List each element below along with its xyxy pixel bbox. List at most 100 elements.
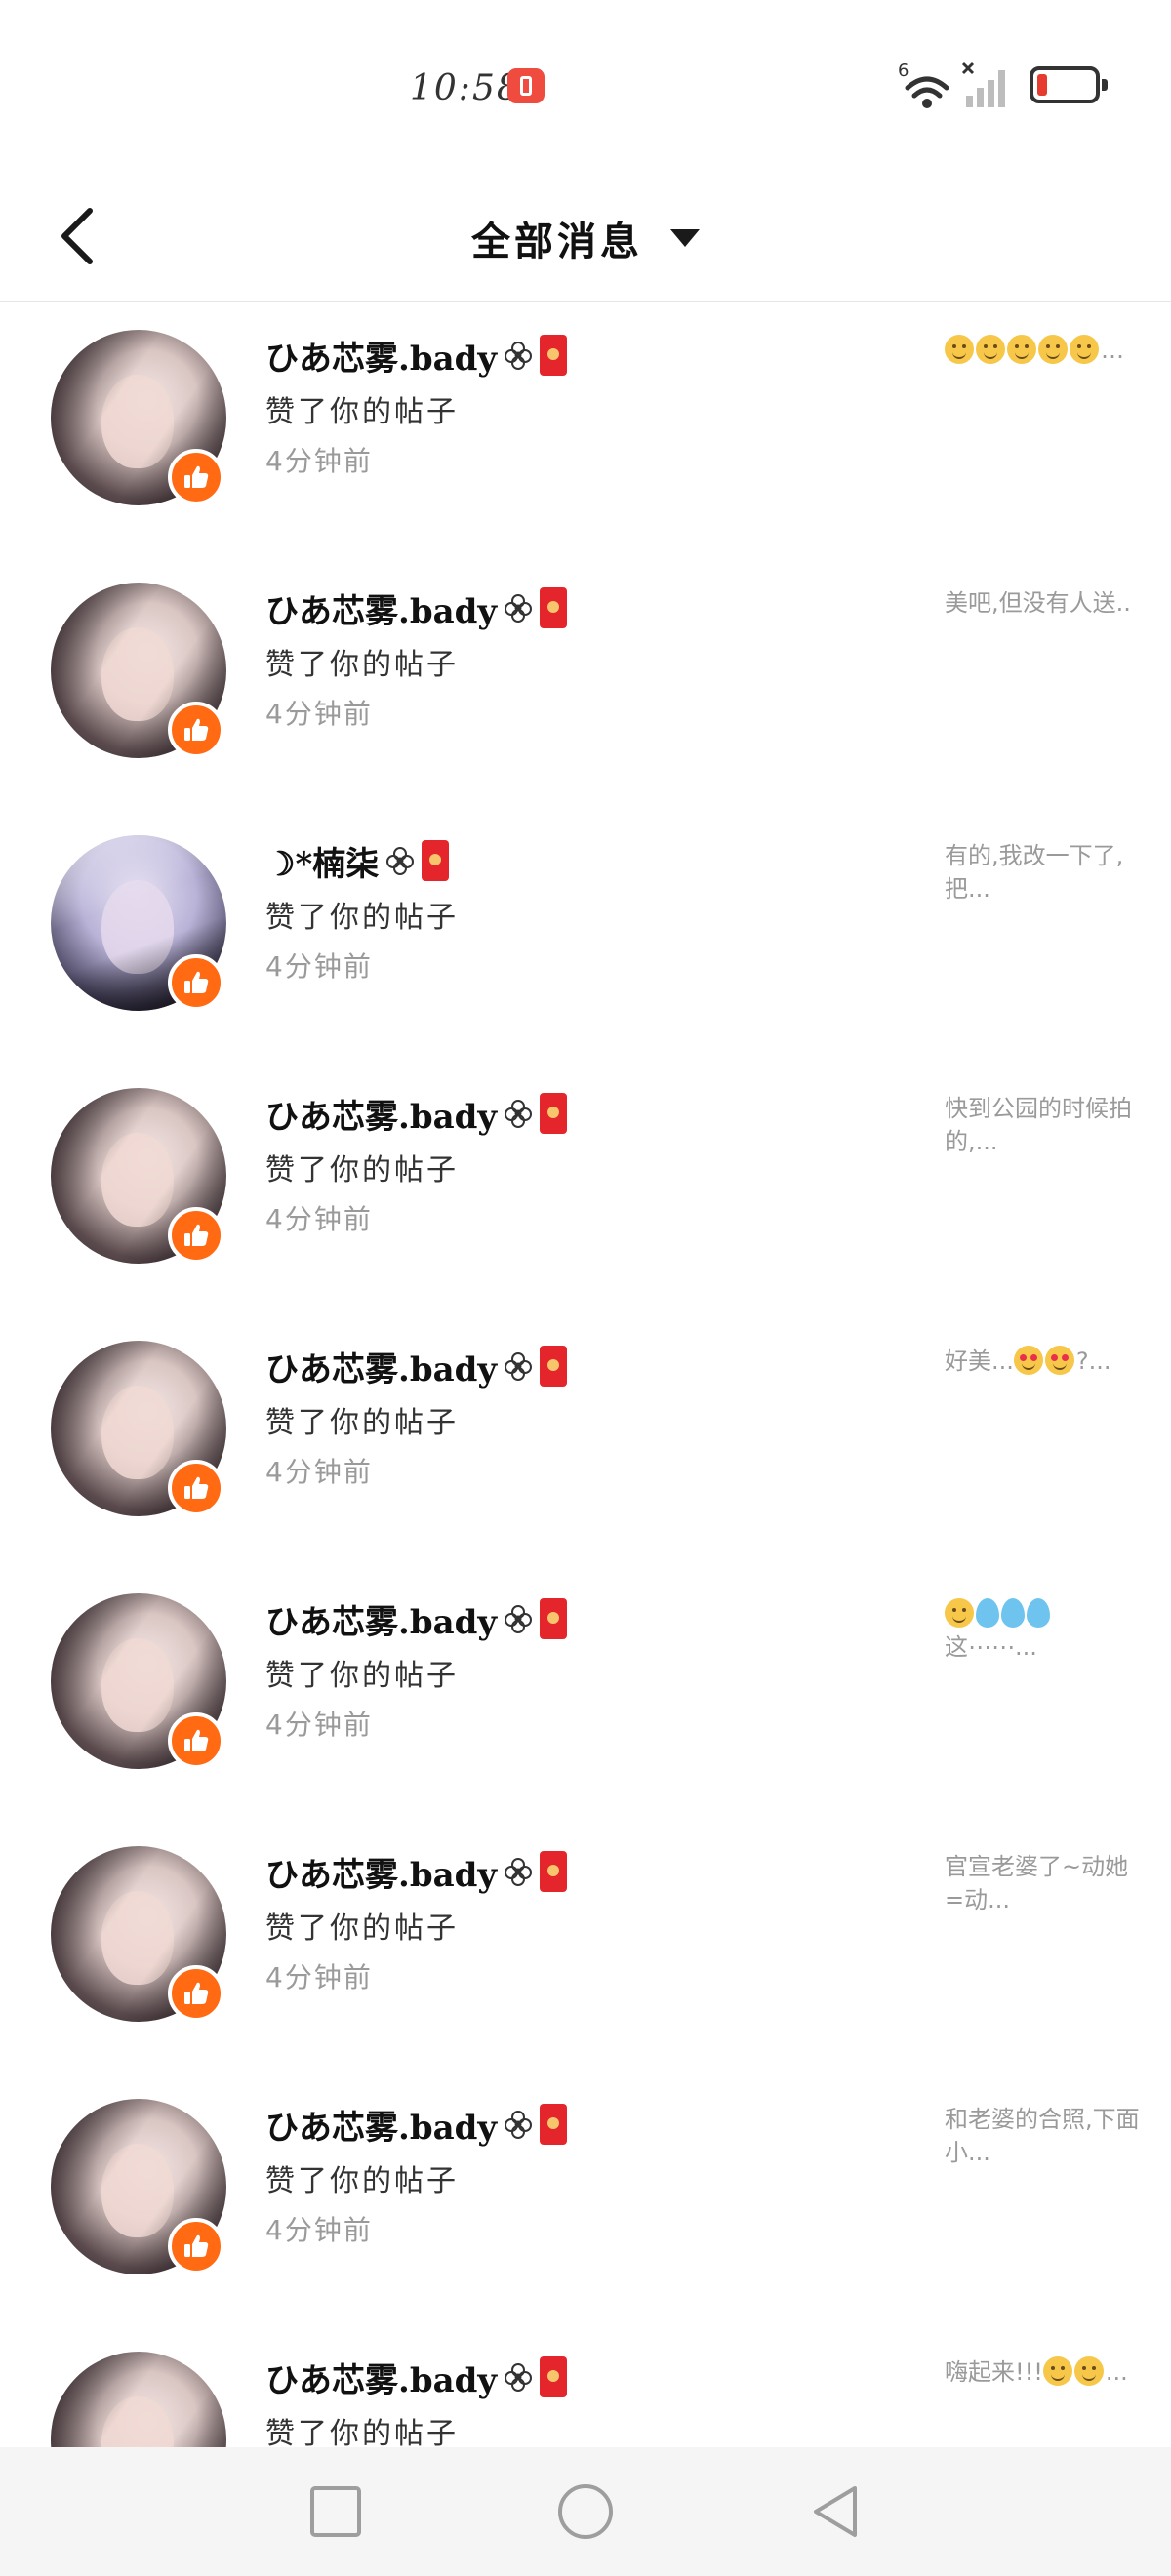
- sender-name[interactable]: ひあ芯雾.bady: [265, 1595, 497, 1643]
- screen-record-icon: [507, 68, 545, 103]
- heart-eyes-emoji-icon: [1013, 1346, 1043, 1375]
- avatar-wrap[interactable]: [51, 1846, 226, 2022]
- message-action: 赞了你的帖子: [265, 1406, 459, 1440]
- thumbs-up-icon: [168, 1207, 224, 1264]
- thumbs-up-glyph: [184, 971, 209, 993]
- wink-emoji-icon: [1073, 2356, 1104, 2386]
- header: 全部消息: [0, 176, 1171, 302]
- post-preview[interactable]: 这⋯⋯...: [945, 1597, 1140, 1664]
- avatar-hair: [51, 2352, 226, 2447]
- recent-apps-button[interactable]: [301, 2476, 371, 2547]
- message-action: 赞了你的帖子: [265, 2164, 459, 2198]
- message-row[interactable]: ひあ芯雾.bady 赞了你的帖子 4分钟前 快到公园的时候拍的,...: [0, 1063, 1171, 1315]
- message-filter-dropdown[interactable]: 全部消息: [471, 210, 700, 266]
- red-packet-icon: [540, 1598, 568, 1639]
- name-badges: [384, 840, 450, 881]
- post-preview[interactable]: 有的,我改一下了,把...: [945, 839, 1140, 906]
- message-row[interactable]: ひあ芯雾.bady 赞了你的帖子 4分钟前 和老婆的合照,下面小...: [0, 2073, 1171, 2326]
- avatar-wrap[interactable]: [51, 1593, 226, 1769]
- wifi-icon: 6: [898, 60, 949, 108]
- post-preview[interactable]: 和老婆的合照,下面小...: [945, 2103, 1140, 2169]
- system-back-button[interactable]: [800, 2476, 870, 2547]
- avatar-wrap[interactable]: [51, 2099, 226, 2274]
- message-row[interactable]: ☽*楠柒 赞了你的帖子 4分钟前 有的,我改一下了,把...: [0, 810, 1171, 1063]
- post-preview[interactable]: 嗨起来!!!...: [945, 2355, 1140, 2389]
- sender-name[interactable]: ひあ芯雾.bady: [265, 1343, 497, 1390]
- sender-name[interactable]: ひあ芯雾.bady: [265, 332, 497, 380]
- preview-text: …: [1101, 337, 1124, 364]
- thumbs-up-icon: [168, 1712, 224, 1769]
- home-button[interactable]: [550, 2476, 621, 2547]
- thumbs-up-icon: [168, 2218, 224, 2274]
- system-nav-bar: [0, 2447, 1171, 2576]
- preview-text-before: 好美...: [945, 1348, 1014, 1375]
- status-bar: 10:58 6: [0, 0, 1171, 176]
- avatar-wrap[interactable]: [51, 835, 226, 1011]
- smile-emoji-icon: [1007, 335, 1036, 364]
- message-time: 4分钟前: [265, 950, 373, 983]
- message-content: ひあ芯雾.bady 赞了你的帖子 4分钟前: [265, 2095, 909, 2255]
- post-preview[interactable]: 好美...?...: [945, 1345, 1140, 1378]
- message-row[interactable]: ひあ芯雾.bady 赞了你的帖子 嗨起来!!!...: [0, 2326, 1171, 2447]
- post-preview[interactable]: 美吧,但没有人送..: [945, 586, 1140, 620]
- caret-down-icon: [670, 229, 700, 247]
- message-name-line: ひあ芯雾.bady: [265, 1337, 909, 1395]
- battery-icon: [1030, 66, 1108, 103]
- thumbs-up-icon: [168, 1965, 224, 2022]
- avatar[interactable]: [51, 2352, 226, 2447]
- post-preview[interactable]: 快到公园的时候拍的,...: [945, 1092, 1140, 1158]
- message-name-line: ひあ芯雾.bady: [265, 1842, 909, 1901]
- sweat-emoji-icon: [1027, 1598, 1050, 1628]
- sender-name[interactable]: ☽*楠柒: [265, 837, 379, 885]
- message-time: 4分钟前: [265, 445, 373, 477]
- sender-name[interactable]: ひあ芯雾.bady: [265, 1090, 497, 1138]
- flower-icon: [505, 2363, 533, 2392]
- message-row[interactable]: ひあ芯雾.bady 赞了你的帖子 4分钟前 …: [0, 304, 1171, 557]
- sender-name[interactable]: ひあ芯雾.bady: [265, 2354, 497, 2401]
- back-button[interactable]: [49, 197, 107, 275]
- network-type-label: 6: [898, 60, 909, 81]
- message-row[interactable]: ひあ芯雾.bady 赞了你的帖子 4分钟前 美吧,但没有人送..: [0, 557, 1171, 810]
- post-preview[interactable]: 官宣老婆了~动她=动...: [945, 1850, 1140, 1916]
- message-name-line: ひあ芯雾.bady: [265, 2095, 909, 2153]
- sweat-emoji-icon: [976, 1598, 999, 1628]
- message-action: 赞了你的帖子: [265, 1659, 459, 1693]
- red-packet-icon: [540, 335, 568, 376]
- sender-name[interactable]: ひあ芯雾.bady: [265, 1848, 497, 1896]
- message-content: ひあ芯雾.bady 赞了你的帖子: [265, 2348, 909, 2447]
- avatar-wrap[interactable]: [51, 2352, 226, 2447]
- thumbs-up-glyph: [184, 1476, 209, 1499]
- message-list[interactable]: ひあ芯雾.bady 赞了你的帖子 4分钟前… ひあ芯雾.bady 赞了你的帖子 4分钟前美…: [0, 304, 1171, 2447]
- message-row[interactable]: ひあ芯雾.bady 赞了你的帖子 4分钟前 好美...?...: [0, 1315, 1171, 1568]
- message-action: 赞了你的帖子: [265, 648, 459, 682]
- sender-name[interactable]: ひあ芯雾.bady: [265, 2101, 497, 2149]
- message-content: ひあ芯雾.bady 赞了你的帖子 4分钟前: [265, 1590, 909, 1750]
- signal-icon: [961, 61, 1005, 107]
- thumbs-up-icon: [168, 1460, 224, 1516]
- avatar-wrap[interactable]: [51, 583, 226, 758]
- message-action: 赞了你的帖子: [265, 395, 459, 429]
- name-badges: [503, 1851, 568, 1892]
- sender-name[interactable]: ひあ芯雾.bady: [265, 584, 497, 632]
- message-time: 4分钟前: [265, 1961, 373, 1993]
- message-content: ひあ芯雾.bady 赞了你的帖子 4分钟前: [265, 1337, 909, 1497]
- triangle-back-icon: [814, 2486, 857, 2537]
- red-packet-icon: [540, 1093, 568, 1134]
- avatar-wrap[interactable]: [51, 1088, 226, 1264]
- status-icons: 6: [898, 59, 1112, 113]
- name-badges: [503, 335, 568, 376]
- red-packet-icon: [540, 1851, 568, 1892]
- preview-text-before: 嗨起来!!!: [945, 2358, 1043, 2386]
- message-time: 4分钟前: [265, 698, 373, 730]
- smile-emoji-icon: [945, 335, 974, 364]
- avatar-wrap[interactable]: [51, 330, 226, 505]
- post-preview[interactable]: …: [945, 334, 1140, 367]
- message-row[interactable]: ひあ芯雾.bady 赞了你的帖子 4分钟前 这⋯⋯...: [0, 1568, 1171, 1821]
- thumbs-up-icon: [168, 702, 224, 758]
- message-name-line: ひあ芯雾.bady: [265, 326, 909, 384]
- avatar-wrap[interactable]: [51, 1341, 226, 1516]
- message-content: ひあ芯雾.bady 赞了你的帖子 4分钟前: [265, 1084, 909, 1244]
- flower-icon: [505, 1605, 533, 1633]
- page-title: 全部消息: [471, 220, 643, 264]
- message-row[interactable]: ひあ芯雾.bady 赞了你的帖子 4分钟前 官宣老婆了~动她=动...: [0, 1821, 1171, 2073]
